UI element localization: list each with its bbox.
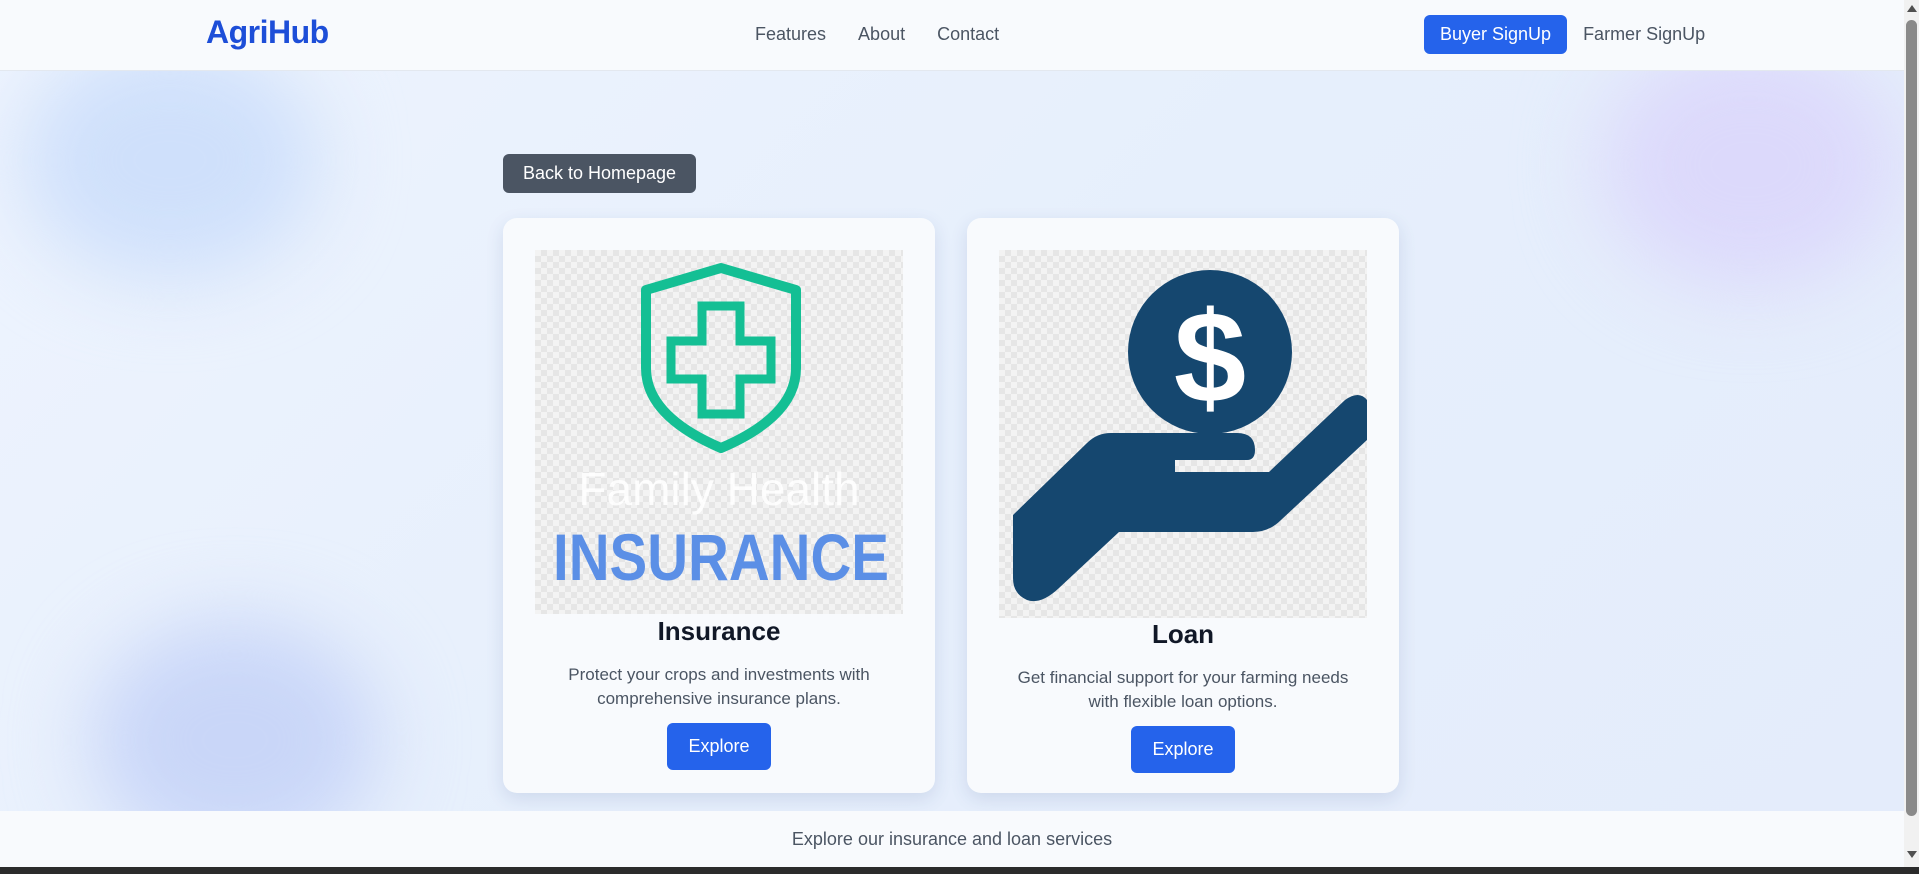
explore-insurance-button[interactable]: Explore bbox=[667, 723, 771, 770]
farmer-signup-link[interactable]: Farmer SignUp bbox=[1583, 24, 1705, 45]
shield-plus-icon: Family Health INSURANCE bbox=[553, 263, 889, 594]
scroll-up-arrow-icon[interactable] bbox=[1907, 5, 1917, 12]
card-description: Protect your crops and investments with … bbox=[568, 665, 870, 708]
nav-actions: Buyer SignUp Farmer SignUp bbox=[1424, 15, 1705, 54]
image-caption: INSURANCE bbox=[553, 520, 889, 594]
footer-text: Explore our insurance and loan services bbox=[791, 828, 1113, 849]
insurance-image: Family Health INSURANCE bbox=[535, 250, 903, 614]
buyer-signup-button[interactable]: Buyer SignUp bbox=[1424, 15, 1568, 54]
vertical-scrollbar[interactable] bbox=[1904, 0, 1919, 867]
loan-card: $ Loan Get financial support for your fa… bbox=[967, 218, 1399, 793]
card-title: Insurance bbox=[657, 616, 781, 646]
background-blob bbox=[20, 40, 320, 280]
loan-image: $ bbox=[999, 250, 1367, 618]
image-caption-faint: Family Health bbox=[578, 463, 859, 515]
navbar: AgriHub Features About Contact Buyer Sig… bbox=[0, 0, 1904, 71]
hand-coin-dollar-icon: $ bbox=[1013, 270, 1367, 602]
scrollbar-thumb[interactable] bbox=[1906, 20, 1917, 816]
insurance-card: Family Health INSURANCE Insurance Protec… bbox=[503, 218, 935, 793]
nav-link-contact[interactable]: Contact bbox=[937, 24, 999, 45]
scroll-down-arrow-icon[interactable] bbox=[1907, 851, 1917, 858]
nav-link-features[interactable]: Features bbox=[755, 24, 826, 45]
window-bottom-edge bbox=[0, 867, 1919, 874]
nav-link-about[interactable]: About bbox=[858, 24, 905, 45]
footer: Explore our insurance and loan services bbox=[0, 811, 1904, 867]
logo[interactable]: AgriHub bbox=[206, 14, 329, 51]
card-title: Loan bbox=[1151, 619, 1215, 649]
svg-text:$: $ bbox=[1174, 284, 1246, 430]
card-description: Get financial support for your farming n… bbox=[1017, 668, 1349, 711]
explore-loan-button[interactable]: Explore bbox=[1131, 726, 1235, 773]
nav-links: Features About Contact bbox=[755, 24, 999, 45]
background-blob bbox=[1600, 40, 1900, 290]
back-to-homepage-button[interactable]: Back to Homepage bbox=[503, 154, 696, 193]
